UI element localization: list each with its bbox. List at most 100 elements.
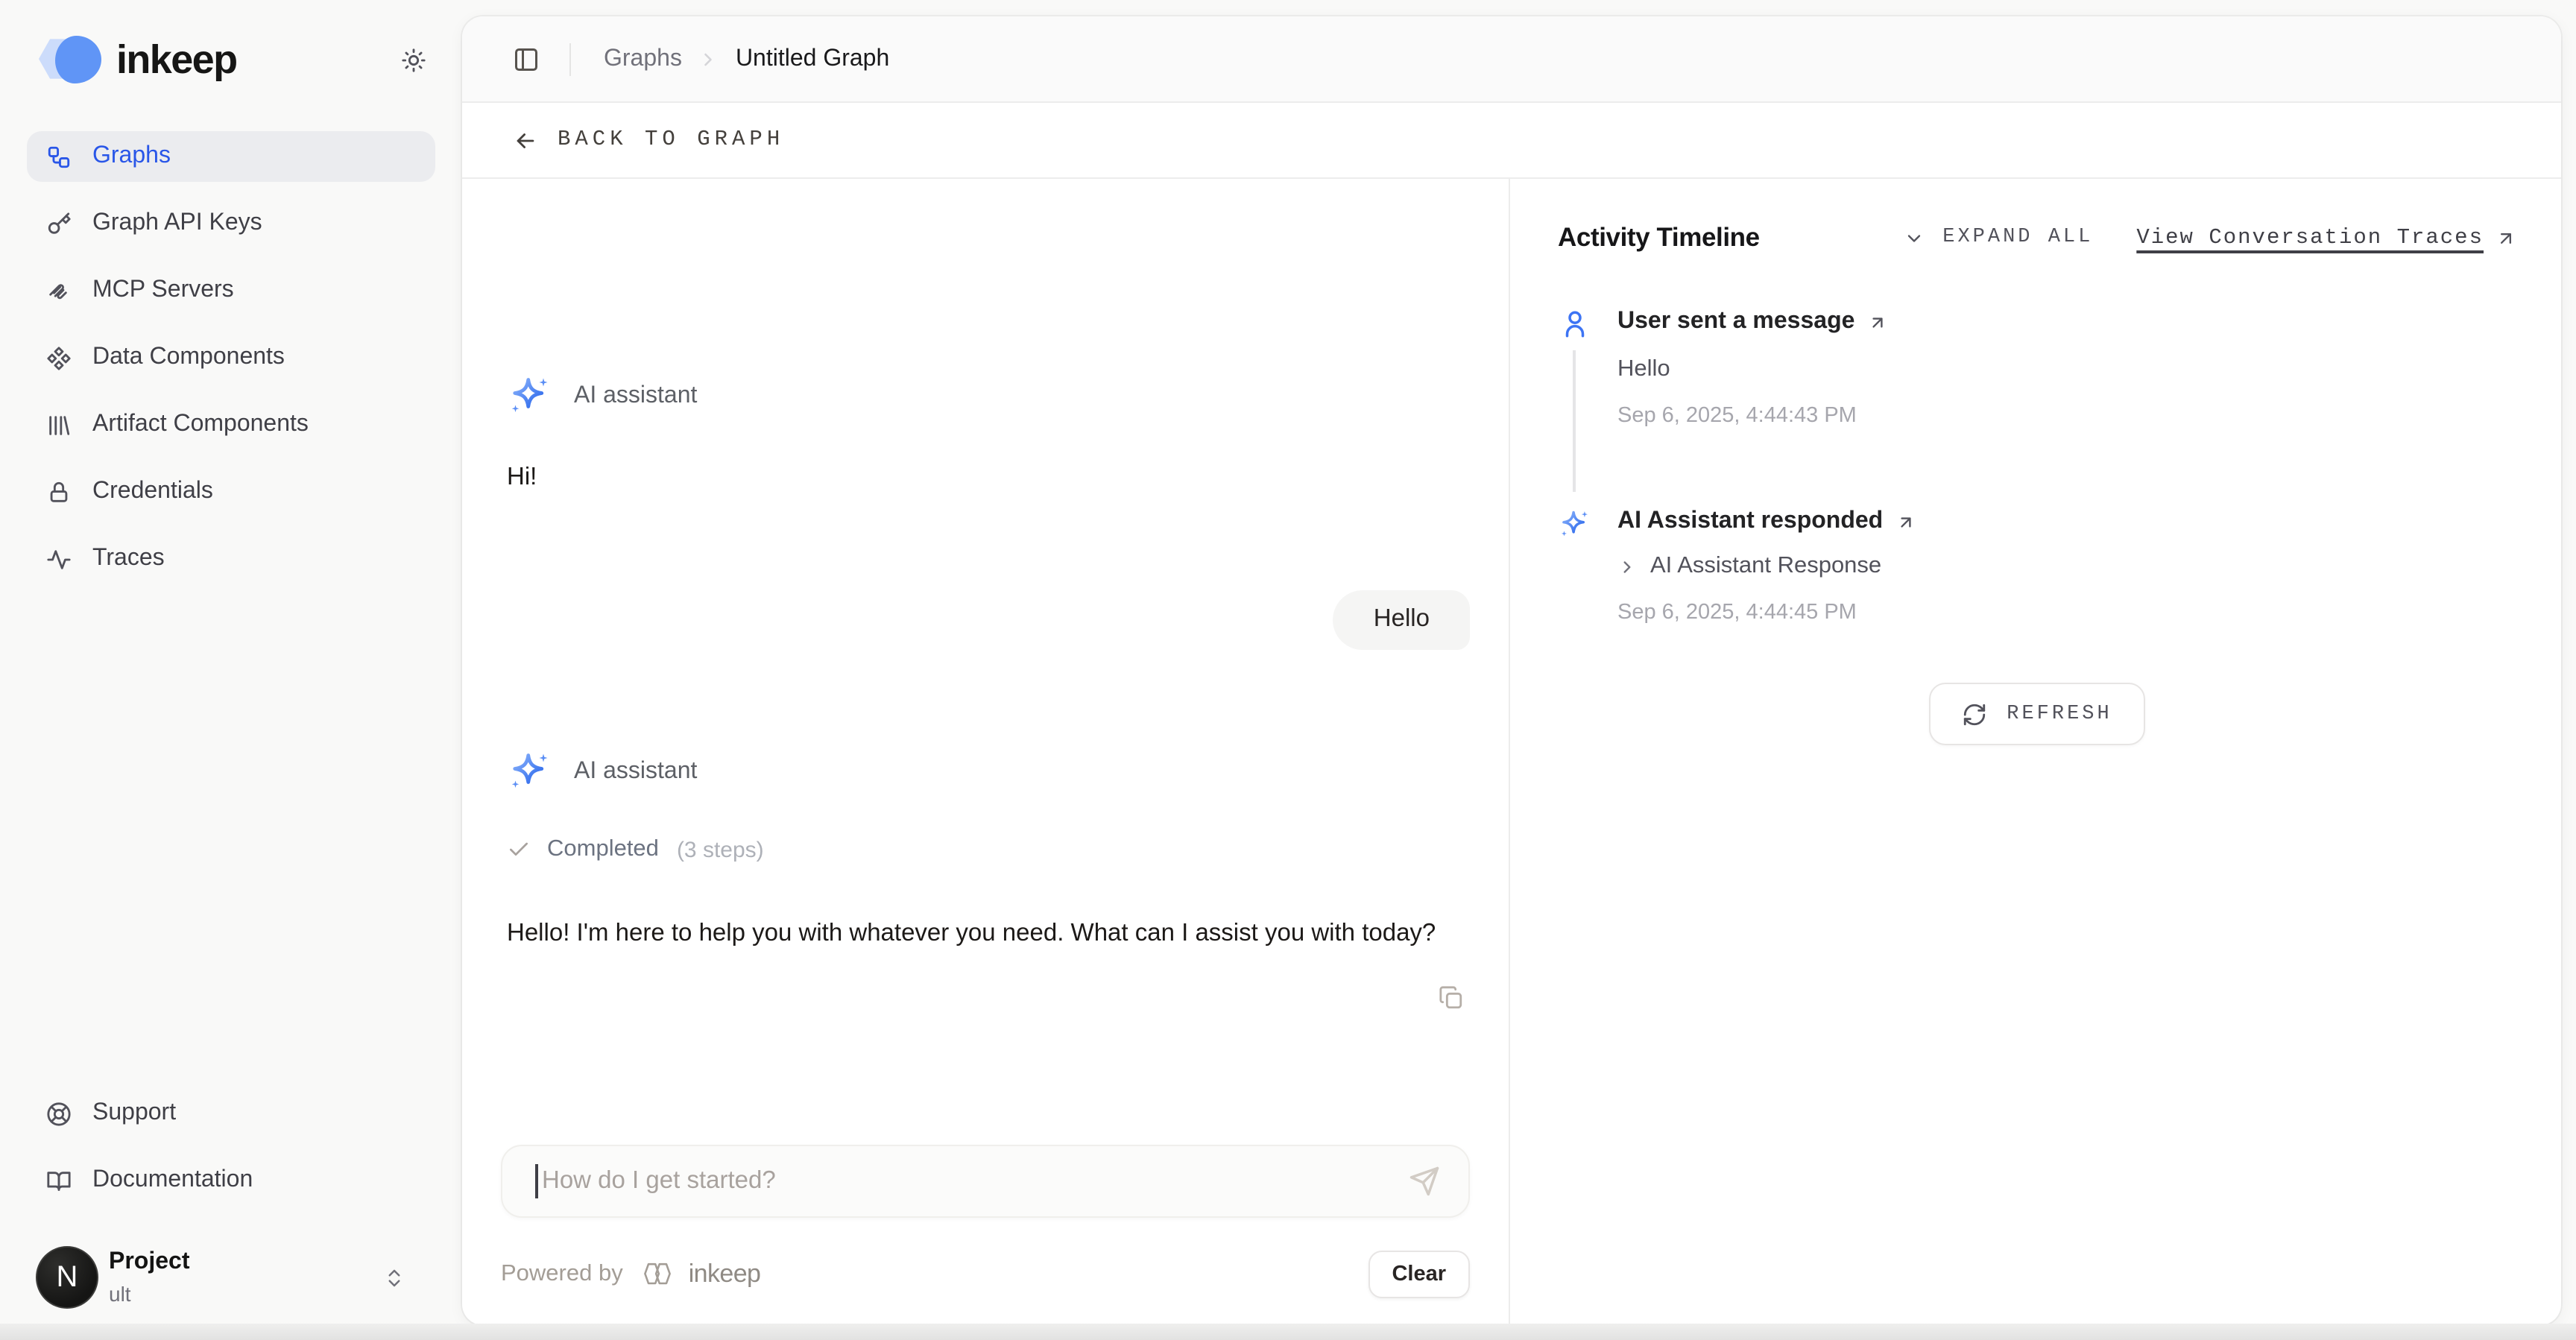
project-subtitle: ult (109, 1281, 190, 1305)
activity-icon (46, 546, 72, 572)
powered-by-label: Powered by (501, 1261, 623, 1288)
chat-footer: Powered by inkeep Clear (501, 1251, 1470, 1298)
project-selector[interactable]: N Project ult (27, 1236, 435, 1319)
timeline-entry-content: User sent a message Hello Sep 6, 2025, 4… (1617, 309, 2516, 508)
powered-by-brand: inkeep (689, 1260, 761, 1289)
timeline-entry-user: User sent a message Hello Sep 6, 2025, 4… (1558, 309, 2516, 508)
activity-title: Activity Timeline (1558, 222, 1760, 253)
inkeep-hexagons-icon (640, 1258, 675, 1291)
main-card: Graphs Untitled Graph BACK TO GRAPH (462, 16, 2561, 1325)
card-subheader: BACK TO GRAPH (462, 103, 2561, 179)
sidebar-item-credentials[interactable]: Credentials (27, 467, 435, 517)
sparkles-icon (507, 750, 552, 794)
completion-status-row[interactable]: Completed (3 steps) (507, 836, 1470, 863)
assistant-message-header: AI assistant (507, 750, 1470, 794)
arrow-left-icon (513, 127, 538, 153)
chat-messages: AI assistant Hi! Hello AI assistant (462, 179, 1509, 1011)
timeline-entry-timestamp: Sep 6, 2025, 4:44:45 PM (1617, 601, 2516, 625)
activity-header: Activity Timeline EXPAND ALL View Conver… (1558, 222, 2516, 253)
sparkles-icon (507, 374, 552, 419)
timeline-entry-content: AI Assistant responded AI Assistant Resp… (1617, 508, 2516, 625)
project-name: Project (109, 1250, 190, 1277)
chat-input[interactable]: How do I get started? (501, 1145, 1470, 1218)
assistant-message-text: Hi! (507, 458, 1470, 498)
sidebar-item-label: Credentials (92, 478, 213, 505)
chat-input-area: How do I get started? Powered by (501, 1145, 1470, 1298)
user-message-row: Hello (507, 590, 1470, 650)
view-traces-label: View Conversation Traces (2136, 226, 2484, 250)
sidebar-item-graphs[interactable]: Graphs (27, 131, 435, 182)
assistant-message-text: Hello! I'm here to help you with whateve… (507, 914, 1468, 954)
breadcrumb-current: Untitled Graph (736, 45, 889, 72)
breadcrumb: Graphs Untitled Graph (604, 45, 889, 72)
chevron-right-icon (698, 48, 719, 69)
clear-button[interactable]: Clear (1368, 1251, 1470, 1298)
activity-panel: Activity Timeline EXPAND ALL View Conver… (1510, 179, 2561, 1325)
card-header: Graphs Untitled Graph (462, 16, 2561, 103)
refresh-button[interactable]: REFRESH (1929, 683, 2144, 745)
sparkles-icon (1558, 508, 1591, 625)
timeline-entry-title: AI Assistant responded (1617, 508, 1883, 535)
assistant-response-label: AI Assistant Response (1650, 553, 1881, 580)
sidebar: inkeep Graphs Graph A (0, 0, 462, 1340)
copy-icon[interactable] (1439, 985, 1464, 1011)
workflow-icon (46, 144, 72, 169)
component-icon (46, 345, 72, 370)
assistant-response-expander[interactable]: AI Assistant Response (1617, 553, 2516, 580)
chevron-down-icon (1904, 227, 1925, 248)
sidebar-item-label: Support (92, 1100, 176, 1127)
breadcrumb-graphs[interactable]: Graphs (604, 45, 682, 72)
sidebar-item-data-components[interactable]: Data Components (27, 332, 435, 383)
project-text: Project ult (109, 1250, 190, 1306)
timeline-entry-title-row[interactable]: AI Assistant responded (1617, 508, 2516, 535)
sidebar-item-label: Graphs (92, 143, 171, 170)
user-message-bubble: Hello (1333, 590, 1470, 650)
timeline-entry-assistant: AI Assistant responded AI Assistant Resp… (1558, 508, 2516, 625)
timeline-entry-timestamp: Sep 6, 2025, 4:44:43 PM (1617, 404, 2516, 428)
assistant-message-header: AI assistant (507, 374, 1470, 419)
theme-toggle-sun-icon[interactable] (401, 47, 426, 72)
sidebar-item-mcp-servers[interactable]: MCP Servers (27, 265, 435, 316)
sidebar-item-traces[interactable]: Traces (27, 534, 435, 584)
book-open-icon (46, 1168, 72, 1193)
sidebar-logo-row: inkeep (0, 0, 462, 83)
timeline-connector (1573, 350, 1575, 492)
sidebar-item-graph-api-keys[interactable]: Graph API Keys (27, 198, 435, 249)
text-cursor (535, 1164, 537, 1198)
tally-lines-icon (46, 412, 72, 437)
chevron-right-icon (1617, 557, 1637, 576)
key-icon (46, 211, 72, 236)
chat-input-placeholder: How do I get started? (542, 1167, 1409, 1195)
project-avatar[interactable]: N (36, 1246, 98, 1309)
status-steps: (3 steps) (677, 837, 764, 862)
sidebar-nav: Graphs Graph API Keys MCP Servers (0, 83, 462, 584)
timeline-entry-body: Hello (1617, 356, 2516, 383)
status-state: Completed (547, 836, 659, 863)
expand-all-button[interactable]: EXPAND ALL (1904, 227, 2093, 249)
assistant-label: AI assistant (574, 383, 697, 410)
panel-left-toggle-icon[interactable] (513, 45, 540, 72)
send-icon[interactable] (1409, 1166, 1440, 1197)
sidebar-item-artifact-components[interactable]: Artifact Components (27, 399, 435, 450)
life-buoy-icon (46, 1101, 72, 1126)
chevrons-up-down-icon[interactable] (383, 1266, 405, 1289)
header-divider (569, 42, 571, 75)
assistant-label: AI assistant (574, 759, 697, 786)
sidebar-item-label: Data Components (92, 344, 285, 371)
view-conversation-traces-link[interactable]: View Conversation Traces (2136, 226, 2516, 250)
timeline-entry-title-row[interactable]: User sent a message (1617, 309, 2516, 335)
back-to-graph-button[interactable]: BACK TO GRAPH (513, 127, 784, 153)
sidebar-item-documentation[interactable]: Documentation (27, 1155, 435, 1206)
inkeep-logo-icon (39, 36, 110, 83)
check-icon (507, 838, 531, 862)
app-root: inkeep Graphs Graph A (0, 0, 2576, 1340)
sidebar-item-label: Artifact Components (92, 411, 309, 438)
sidebar-footer: Support Documentation N Project ult (27, 1088, 435, 1319)
sidebar-item-support[interactable]: Support (27, 1088, 435, 1139)
sidebar-item-label: Traces (92, 546, 165, 572)
powered-by: Powered by inkeep (501, 1258, 760, 1291)
refresh-row: REFRESH (1558, 683, 2516, 745)
chat-panel: AI assistant Hi! Hello AI assistant (462, 179, 1510, 1325)
refresh-label: REFRESH (2007, 703, 2112, 725)
timeline-entry-title: User sent a message (1617, 309, 1854, 335)
